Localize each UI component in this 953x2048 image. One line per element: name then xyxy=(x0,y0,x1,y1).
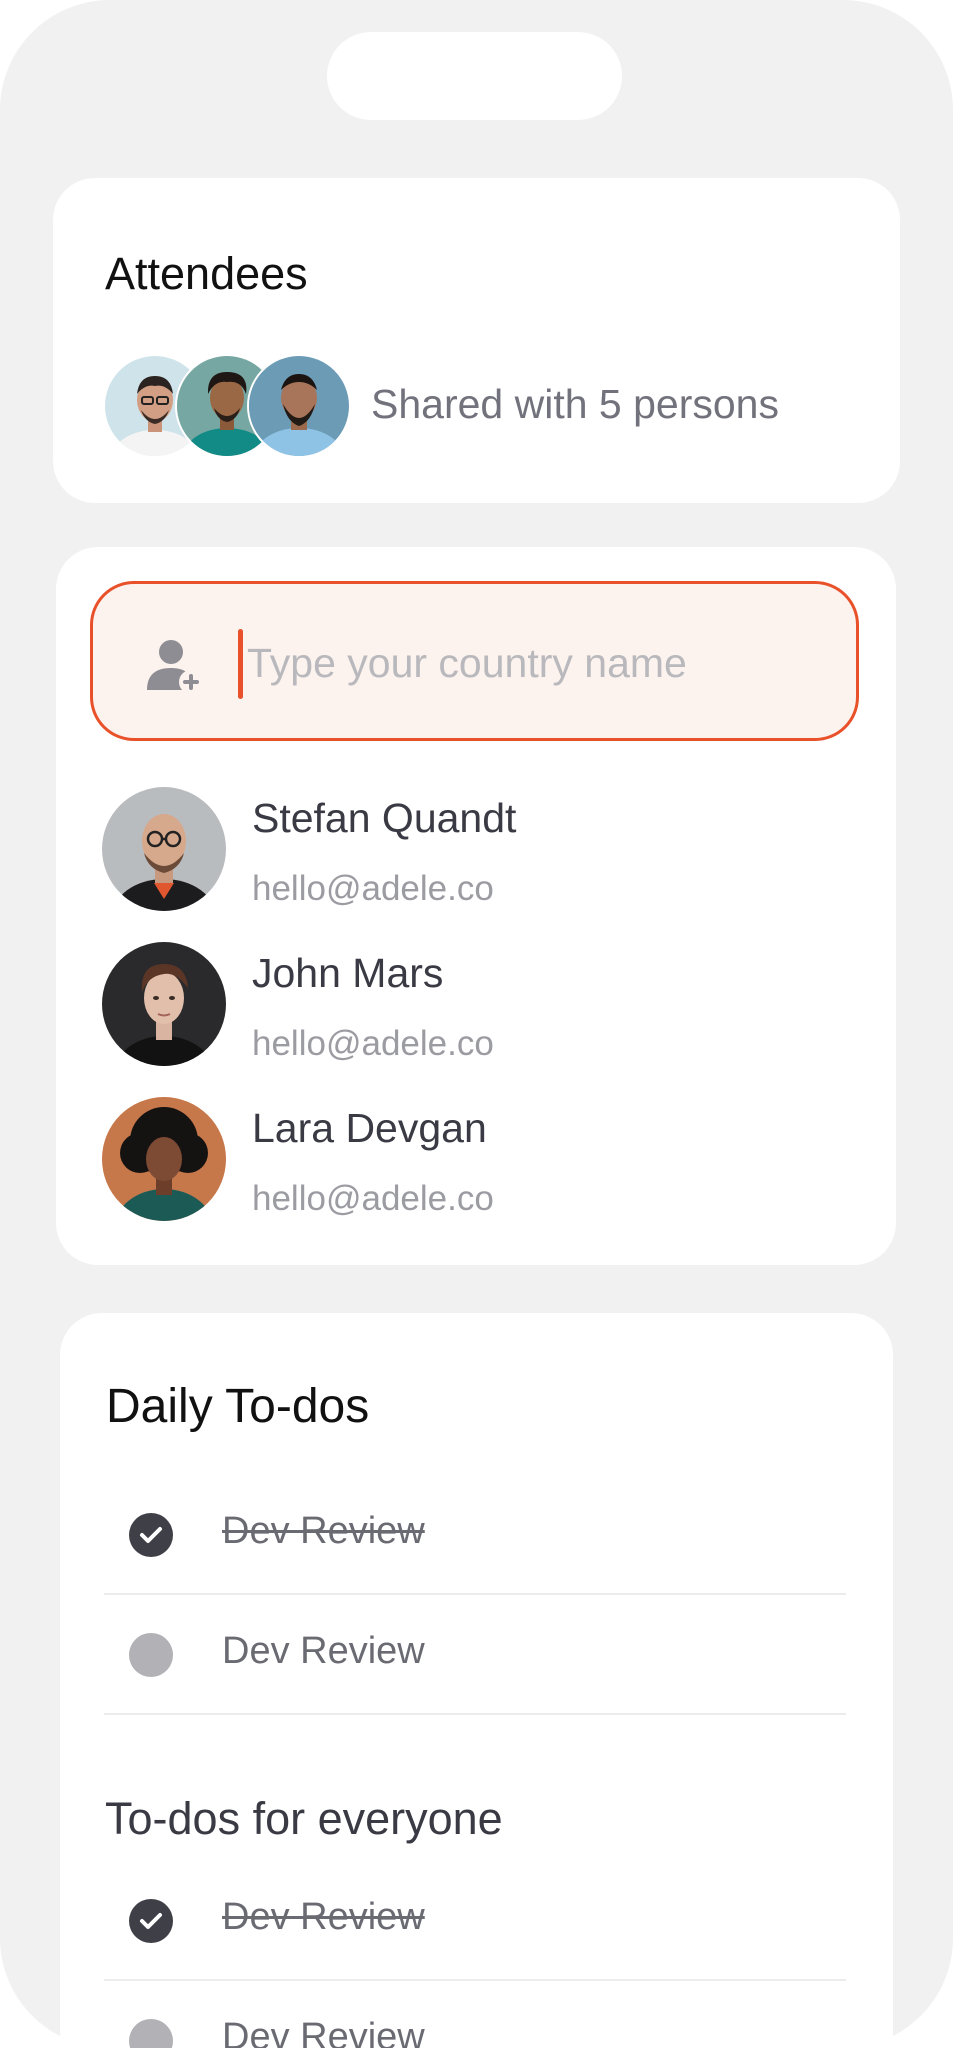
add-user-icon xyxy=(147,640,203,694)
avatar xyxy=(102,1097,226,1221)
text-cursor xyxy=(238,629,243,699)
avatar xyxy=(247,354,351,458)
todo-label: Dev Review xyxy=(222,1630,425,1672)
shared-with-text: Shared with 5 persons xyxy=(371,381,779,427)
contact-item[interactable]: John Mars hello@adele.co xyxy=(102,942,862,1072)
contact-email: hello@adele.co xyxy=(252,1024,494,1063)
unchecked-circle-icon[interactable] xyxy=(129,2019,173,2048)
todo-label: Dev Review xyxy=(222,1896,425,1938)
attendee-avatar-stack[interactable] xyxy=(103,354,353,458)
unchecked-circle-icon[interactable] xyxy=(129,1633,173,1677)
check-icon[interactable] xyxy=(129,1899,173,1943)
search-input[interactable] xyxy=(245,624,809,702)
contact-item[interactable]: Stefan Quandt hello@adele.co xyxy=(102,787,862,917)
check-icon[interactable] xyxy=(129,1513,173,1557)
divider xyxy=(104,1593,846,1595)
contact-name: Lara Devgan xyxy=(252,1105,487,1151)
todos-card: Daily To-dos Dev Review Dev Review To-do… xyxy=(60,1313,893,2048)
contact-name: John Mars xyxy=(252,950,444,996)
todo-item[interactable]: Dev Review xyxy=(104,1983,846,2048)
search-field[interactable] xyxy=(90,581,859,741)
avatar xyxy=(102,787,226,911)
todo-item[interactable]: Dev Review xyxy=(104,1477,846,1595)
todo-label: Dev Review xyxy=(222,1510,425,1552)
attendees-title: Attendees xyxy=(105,248,308,299)
contact-email: hello@adele.co xyxy=(252,869,494,908)
dynamic-island xyxy=(327,32,622,120)
invite-card: Stefan Quandt hello@adele.co John Mars h… xyxy=(56,547,896,1265)
avatar xyxy=(102,942,226,1066)
divider xyxy=(104,1713,846,1715)
contact-item[interactable]: Lara Devgan hello@adele.co xyxy=(102,1097,862,1227)
todo-item[interactable]: Dev Review xyxy=(104,1597,846,1715)
everyone-todos-title: To-dos for everyone xyxy=(105,1793,503,1844)
phone-frame: Attendees Shared with 5 persons Type you… xyxy=(0,0,953,2048)
todo-label: Dev Review xyxy=(222,2016,425,2048)
contact-name: Stefan Quandt xyxy=(252,795,517,841)
todo-item[interactable]: Dev Review xyxy=(104,1863,846,1981)
divider xyxy=(104,1979,846,1981)
contact-email: hello@adele.co xyxy=(252,1179,494,1218)
todos-title: Daily To-dos xyxy=(106,1380,370,1433)
attendees-card: Attendees Shared with 5 persons xyxy=(53,178,900,503)
